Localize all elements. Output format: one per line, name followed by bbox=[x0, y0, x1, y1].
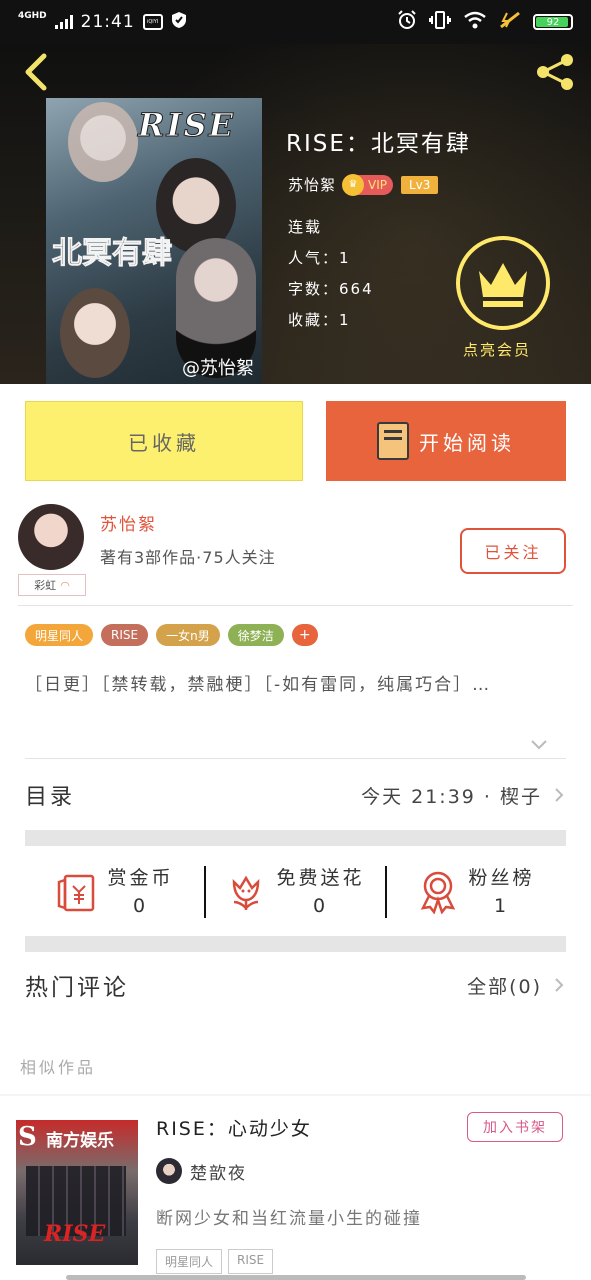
hot-comments-label: 热门评论 bbox=[25, 975, 129, 1001]
network-type: 4GHD bbox=[18, 10, 47, 21]
meta-favorites: 收藏：1 bbox=[288, 311, 351, 329]
tag-item[interactable]: 一女n男 bbox=[156, 624, 220, 646]
member-button[interactable] bbox=[456, 236, 550, 330]
tag-list: 明星同人 RISE 一女n男 徐梦洁 + bbox=[25, 624, 318, 646]
similar-work-item[interactable]: S 南方娱乐 RISE RISE：心动少女 加入书架 楚歆夜 断网少女和当红流量… bbox=[0, 1096, 591, 1280]
send-flower-value: 0 bbox=[312, 895, 329, 917]
all-comments-link[interactable]: 全部(0) bbox=[467, 972, 542, 999]
vibrate-icon bbox=[429, 10, 451, 35]
tag-item[interactable]: 明星同人 bbox=[25, 624, 94, 646]
chevron-right-icon bbox=[555, 978, 564, 992]
crown-icon bbox=[479, 263, 527, 307]
book-detail-content: 已收藏 开始阅读 彩虹 ◠ 苏怡絮 著有3部作品·75人关注 已关注 明星同人 R… bbox=[0, 384, 591, 1094]
status-time: 21:41 bbox=[80, 12, 135, 32]
cover-title: RISE bbox=[137, 106, 236, 145]
send-flower-button[interactable]: 免费送花 0 bbox=[206, 864, 385, 920]
avatar-badge: 彩虹 ◠ bbox=[18, 574, 86, 596]
reward-coins-value: 0 bbox=[132, 895, 149, 917]
section-separator bbox=[25, 830, 566, 846]
similar-cover[interactable]: S 南方娱乐 RISE bbox=[16, 1120, 138, 1265]
cover-logo: S bbox=[18, 1122, 37, 1152]
divider bbox=[18, 605, 573, 606]
start-reading-label: 开始阅读 bbox=[419, 430, 515, 455]
author-name[interactable]: 苏怡絮 bbox=[100, 510, 157, 535]
back-button[interactable] bbox=[18, 52, 54, 92]
hot-comments-row[interactable]: 热门评论 全部(0) bbox=[25, 950, 566, 1020]
home-indicator bbox=[66, 1275, 526, 1280]
share-button[interactable] bbox=[533, 50, 577, 94]
book-meta: 连载 人气：1 字数：664 收藏：1 bbox=[288, 212, 374, 336]
stats-bar: 赏金币 0 免费送花 0 粉丝榜 1 bbox=[25, 846, 566, 938]
rainbow-icon: ◠ bbox=[60, 578, 70, 592]
reward-coins-button[interactable]: 赏金币 0 bbox=[25, 864, 204, 920]
similar-title[interactable]: RISE：心动少女 bbox=[156, 1114, 312, 1141]
author-card[interactable]: 彩虹 ◠ 苏怡絮 著有3部作品·75人关注 已关注 bbox=[0, 504, 591, 604]
iqiyi-app-icon: iQIYI bbox=[142, 14, 163, 30]
table-of-contents-row[interactable]: 目录 今天 21:39 · 楔子 bbox=[25, 760, 566, 830]
charging-icon bbox=[499, 11, 521, 34]
wifi-icon bbox=[463, 11, 487, 34]
cover-logo-text: 南方娱乐 bbox=[46, 1131, 114, 1151]
tag-item[interactable]: RISE bbox=[101, 624, 149, 646]
similar-tag-list: 明星同人 RISE bbox=[156, 1249, 274, 1274]
cover-signature: @苏怡絮 bbox=[182, 358, 254, 379]
status-bar: 4GHD 21:41 iQIYI 92 bbox=[0, 0, 591, 44]
toc-label: 目录 bbox=[25, 785, 76, 810]
similar-works-label: 相似作品 bbox=[20, 1058, 97, 1077]
add-tag-button[interactable]: + bbox=[291, 624, 318, 646]
chevron-down-icon[interactable] bbox=[530, 736, 548, 754]
book-description: ［日更］［禁转载，禁融梗］［-如有雷同，纯属巧合］… bbox=[25, 675, 492, 695]
chevron-right-icon bbox=[555, 788, 564, 802]
flower-icon bbox=[233, 875, 260, 910]
meta-popularity: 人气：1 bbox=[288, 249, 351, 267]
similar-author-name: 楚歆夜 bbox=[190, 1163, 247, 1184]
similar-description: 断网少女和当红流量小生的碰撞 bbox=[156, 1209, 422, 1229]
favorited-button[interactable]: 已收藏 bbox=[25, 401, 303, 481]
toc-latest-chapter: 今天 21:39 · 楔子 bbox=[361, 785, 542, 808]
book-title: RISE：北冥有肆 bbox=[286, 131, 471, 157]
tag-item[interactable]: 徐梦洁 bbox=[227, 624, 284, 646]
meta-status: 连载 bbox=[288, 218, 323, 236]
share-icon bbox=[537, 54, 573, 90]
tag-item[interactable]: 明星同人 bbox=[156, 1249, 223, 1274]
reward-coins-label: 赏金币 bbox=[107, 867, 174, 889]
author-info: 著有3部作品·75人关注 bbox=[100, 548, 276, 567]
book-header: RISE 北冥有肆 @苏怡絮 RISE：北冥有肆 苏怡絮 ♛ VIP Lv3 连载… bbox=[0, 44, 591, 384]
header-author-row: 苏怡絮 ♛ VIP Lv3 bbox=[288, 173, 439, 196]
alarm-icon bbox=[397, 9, 417, 35]
fan-ranking-value: 1 bbox=[493, 895, 510, 917]
member-label[interactable]: 点亮会员 bbox=[463, 339, 531, 360]
avatar[interactable] bbox=[18, 504, 84, 570]
battery-icon: 92 bbox=[533, 14, 573, 30]
send-flower-label: 免费送花 bbox=[276, 867, 365, 889]
similar-author[interactable]: 楚歆夜 bbox=[156, 1158, 247, 1184]
tag-item[interactable]: RISE bbox=[228, 1249, 274, 1274]
header-author-name[interactable]: 苏怡絮 bbox=[288, 174, 336, 195]
shield-icon bbox=[171, 11, 187, 34]
book-icon bbox=[377, 422, 409, 460]
cover-title: RISE bbox=[44, 1221, 106, 1247]
start-reading-button[interactable]: 开始阅读 bbox=[326, 401, 566, 481]
divider bbox=[25, 758, 566, 759]
fan-ranking-label: 粉丝榜 bbox=[468, 867, 535, 889]
meta-word-count: 字数：664 bbox=[288, 280, 374, 298]
follow-button[interactable]: 已关注 bbox=[460, 528, 566, 574]
fan-ranking-button[interactable]: 粉丝榜 1 bbox=[387, 864, 566, 920]
red-envelope-icon bbox=[58, 874, 95, 912]
add-to-shelf-button[interactable]: 加入书架 bbox=[467, 1112, 563, 1142]
crown-icon: ♛ bbox=[342, 173, 365, 196]
back-arrow-icon bbox=[25, 53, 47, 91]
ribbon-medal-icon bbox=[421, 871, 456, 914]
level-badge: Lv3 bbox=[401, 175, 439, 194]
book-cover[interactable]: RISE 北冥有肆 @苏怡絮 bbox=[46, 98, 262, 384]
avatar bbox=[156, 1158, 182, 1184]
vip-badge: ♛ VIP bbox=[342, 173, 393, 196]
cover-subtitle: 北冥有肆 bbox=[52, 236, 173, 272]
signal-icon bbox=[54, 15, 73, 29]
